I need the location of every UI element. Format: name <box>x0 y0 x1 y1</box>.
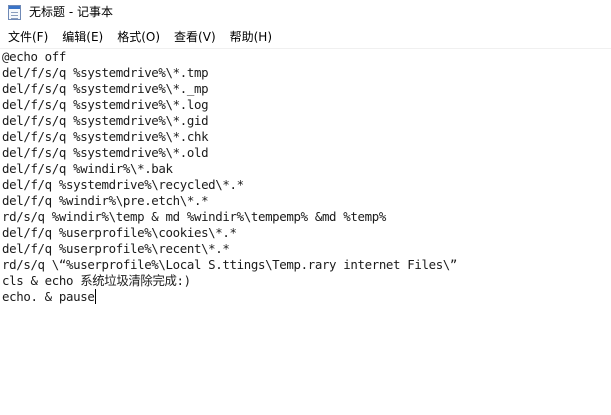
menu-view[interactable]: 查看(V) <box>167 27 223 48</box>
text-line: del/f/q %windir%\pre.etch\*.* <box>2 193 209 208</box>
text-line: del/f/s/q %systemdrive%\*.chk <box>2 129 209 144</box>
text-line: del/f/q %systemdrive%\recycled\*.* <box>2 177 244 192</box>
text-line: del/f/s/q %systemdrive%\*._mp <box>2 81 209 96</box>
text-line: rd/s/q %windir%\temp & md %windir%\tempe… <box>2 209 386 224</box>
menu-edit[interactable]: 编辑(E) <box>55 27 110 48</box>
text-cursor <box>95 289 97 304</box>
text-line-content: echo. & pause <box>2 289 95 304</box>
notepad-icon <box>8 5 21 20</box>
menu-format[interactable]: 格式(O) <box>110 27 167 48</box>
text-line: del/f/s/q %systemdrive%\*.tmp <box>2 65 209 80</box>
text-line: del/f/q %userprofile%\cookies\*.* <box>2 225 237 240</box>
text-line: rd/s/q \“%userprofile%\Local S.ttings\Te… <box>2 257 458 272</box>
title-bar[interactable]: 无标题 - 记事本 <box>0 0 611 25</box>
text-line: del/f/s/q %windir%\*.bak <box>2 161 173 176</box>
text-line: @echo off <box>2 49 66 64</box>
text-editor-area[interactable]: @echo off del/f/s/q %systemdrive%\*.tmp … <box>0 49 611 415</box>
menu-bar: 文件(F) 编辑(E) 格式(O) 查看(V) 帮助(H) <box>0 27 611 48</box>
text-line: del/f/s/q %systemdrive%\*.gid <box>2 113 209 128</box>
text-line: del/f/s/q %systemdrive%\*.old <box>2 145 209 160</box>
menu-help[interactable]: 帮助(H) <box>223 27 279 48</box>
notepad-window: 无标题 - 记事本 文件(F) 编辑(E) 格式(O) 查看(V) 帮助(H) … <box>0 0 611 415</box>
window-title: 无标题 - 记事本 <box>29 5 113 19</box>
text-line: del/f/q %userprofile%\recent\*.* <box>2 241 230 256</box>
text-line: echo. & pause <box>2 289 97 305</box>
text-line: del/f/s/q %systemdrive%\*.log <box>2 97 209 112</box>
text-line: cls & echo 系统垃圾清除完成:) <box>2 273 191 288</box>
menu-file[interactable]: 文件(F) <box>0 27 55 48</box>
